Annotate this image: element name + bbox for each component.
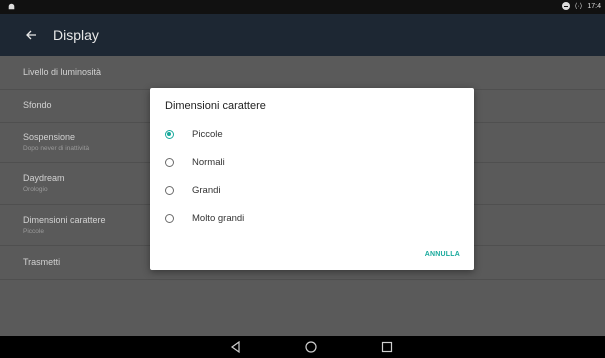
setting-subtitle: Dopo never di inattività <box>23 145 90 152</box>
option-label: Molto grandi <box>192 213 245 224</box>
nav-recents-icon[interactable] <box>380 340 394 354</box>
nav-back-icon[interactable] <box>229 340 243 354</box>
setting-title: Livello di luminosità <box>23 67 102 77</box>
setting-subtitle: Orologio <box>23 186 48 193</box>
radio-selected[interactable] <box>165 130 174 139</box>
option-molto-grandi[interactable]: Molto grandi <box>165 210 465 232</box>
radio-unselected[interactable] <box>165 158 174 167</box>
android-icon <box>8 3 15 10</box>
toolbar: Display <box>0 14 605 56</box>
do-not-disturb-icon <box>561 2 570 10</box>
option-grandi[interactable]: Grandi <box>165 182 465 204</box>
setting-row-brightness[interactable]: Livello di luminosità <box>0 56 605 90</box>
radio-unselected[interactable] <box>165 186 174 195</box>
status-bar: ⟨·⟩ 17:4 <box>0 0 605 14</box>
navigation-bar <box>0 336 605 358</box>
status-icons: ⟨·⟩ 17:4 <box>561 2 601 10</box>
cancel-button[interactable]: ANNULLA <box>425 251 460 258</box>
font-size-dialog: Dimensioni carattere Piccole Normali Gra… <box>150 88 474 270</box>
cast-icon: ⟨·⟩ <box>574 3 583 10</box>
dialog-title: Dimensioni carattere <box>165 100 266 112</box>
setting-title: Dimensioni carattere <box>23 215 106 225</box>
option-piccole[interactable]: Piccole <box>165 126 465 148</box>
page-title: Display <box>53 27 99 43</box>
nav-home-icon[interactable] <box>304 340 318 354</box>
option-label: Piccole <box>192 129 223 140</box>
radio-unselected[interactable] <box>165 214 174 223</box>
setting-title: Daydream <box>23 173 65 183</box>
setting-title: Sospensione <box>23 132 76 142</box>
setting-title: Trasmetti <box>23 257 61 267</box>
arrow-back-icon[interactable] <box>24 28 38 42</box>
option-label: Normali <box>192 157 225 168</box>
option-label: Grandi <box>192 185 221 196</box>
setting-title: Sfondo <box>23 100 52 110</box>
setting-subtitle: Piccole <box>23 228 44 235</box>
option-normali[interactable]: Normali <box>165 154 465 176</box>
status-time: 17:4 <box>587 2 601 10</box>
